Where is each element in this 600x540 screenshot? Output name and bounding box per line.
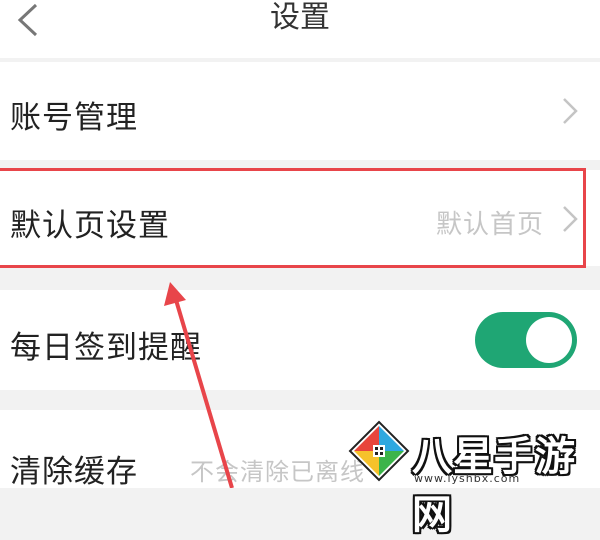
watermark-url: www.lyshbx.com [414, 472, 521, 485]
annotation-arrow-icon [164, 282, 234, 488]
logo-diamond-icon [348, 420, 410, 482]
watermark: 八星手游网 www.lyshbx.com [348, 420, 600, 538]
